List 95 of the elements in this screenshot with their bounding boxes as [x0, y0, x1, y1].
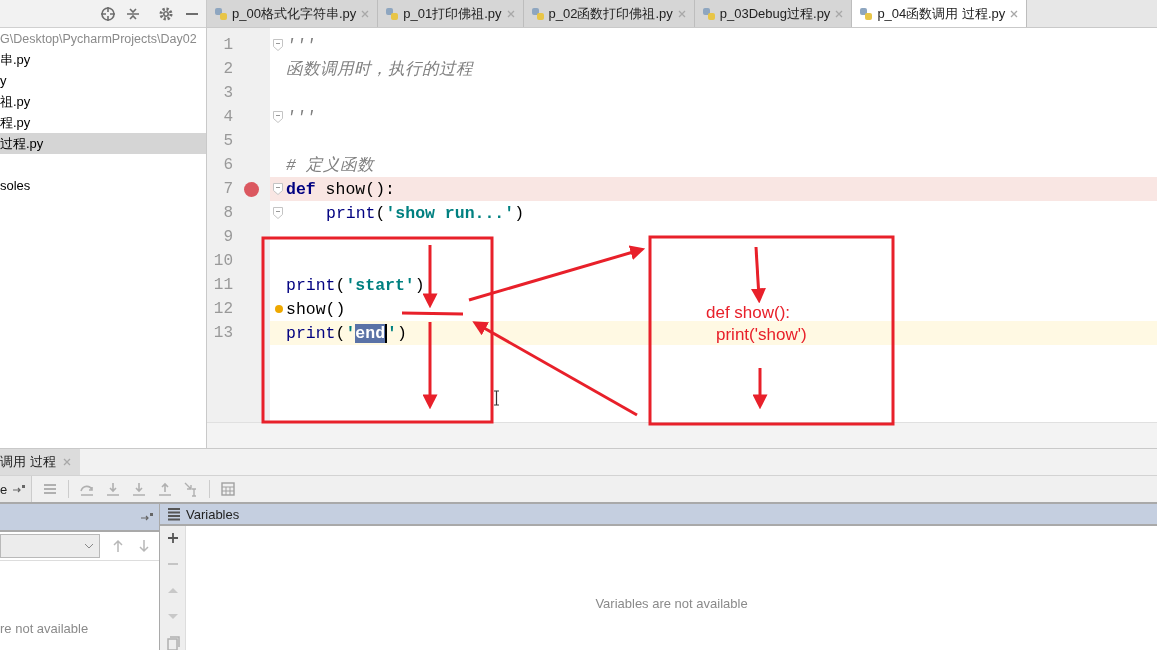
code-token: def [286, 179, 316, 199]
step-into-icon[interactable] [105, 481, 122, 497]
menu-icon[interactable] [42, 481, 59, 497]
thread-dropdown[interactable] [0, 534, 100, 558]
tree-item[interactable]: 串.py [0, 49, 206, 70]
debug-tab[interactable]: 调用 过程 [0, 449, 80, 475]
tree-item[interactable]: 程.py [0, 112, 206, 133]
annotation-arrow [752, 368, 768, 410]
tab-label: p_02函数打印佛祖.py [548, 4, 673, 23]
line-number: 6 [222, 156, 233, 174]
line-number: 11 [212, 276, 233, 294]
line-number: 3 [222, 84, 233, 102]
close-icon[interactable] [1009, 8, 1020, 19]
line-number: 2 [222, 60, 233, 78]
step-out-icon[interactable] [157, 481, 174, 497]
line-number: 7 [222, 180, 233, 198]
line-number: 1 [222, 36, 233, 54]
calculator-icon[interactable] [220, 481, 237, 497]
line-number: 10 [212, 252, 233, 270]
python-file-icon [859, 6, 874, 21]
code-token: print [286, 275, 336, 295]
editor-tab[interactable]: p_02函数打印佛祖.py [523, 0, 695, 27]
code-token: ) [396, 323, 407, 343]
code-token: 'start' [345, 275, 415, 295]
code-token: ''' [286, 107, 316, 127]
copy-icon[interactable] [164, 634, 181, 650]
intention-bulb-icon[interactable] [275, 305, 283, 313]
chevron-down-icon [84, 543, 94, 549]
code-token: show(): [324, 179, 395, 199]
toolbar-label: e [0, 481, 8, 497]
close-icon[interactable] [834, 8, 845, 19]
python-file-icon [701, 6, 716, 21]
tab-label: p_00格式化字符串.py [232, 4, 357, 23]
editor-tab[interactable]: p_00格式化字符串.py [207, 0, 379, 27]
python-file-icon [214, 6, 228, 21]
code-token: # 定义函数 [286, 156, 374, 175]
code-token: ' [345, 323, 356, 343]
editor-tab[interactable]: p_04函数调用 过程.py [852, 0, 1028, 27]
editor-tab[interactable]: p_03Debug过程.py [694, 0, 853, 27]
line-number: 4 [222, 108, 233, 126]
line-number: 9 [222, 228, 233, 246]
settings-icon[interactable] [158, 6, 174, 22]
annotation-arrow [750, 246, 766, 304]
code-token: end [355, 323, 388, 343]
locate-icon[interactable] [100, 6, 116, 22]
close-icon[interactable] [61, 457, 72, 467]
list-icon [166, 506, 182, 522]
tab-label: p_01打印佛祖.py [403, 4, 502, 23]
empty-message: re not available [0, 621, 89, 636]
code-token: ( [335, 323, 346, 343]
code-token: show() [286, 299, 346, 319]
tab-label: 调用 过程 [0, 453, 56, 471]
editor-tab[interactable]: p_01打印佛祖.py [378, 0, 524, 27]
line-number: 13 [212, 324, 233, 342]
collapse-icon[interactable] [125, 6, 141, 22]
code-token: ( [335, 275, 346, 295]
arrow-down-icon[interactable] [136, 538, 152, 554]
breakpoint-dot[interactable] [244, 181, 259, 197]
tab-label: p_03Debug过程.py [719, 4, 831, 23]
tree-item[interactable]: soles [0, 175, 206, 196]
fold-marker-icon[interactable] [273, 207, 283, 219]
code-token: ' [387, 323, 397, 343]
annotation-text: print('show') [715, 324, 807, 346]
code-token: ''' [286, 35, 316, 55]
code-token: ( [375, 203, 386, 223]
close-icon[interactable] [360, 8, 371, 19]
toolbar-tab[interactable]: e [0, 476, 33, 502]
project-path: G\Desktop\PycharmProjects\Day02 [0, 32, 197, 46]
line-number: 8 [222, 204, 233, 222]
fold-marker-icon[interactable] [273, 111, 283, 123]
python-file-icon [530, 6, 545, 21]
panel-title: Variables [186, 506, 240, 522]
fold-marker-icon[interactable] [273, 183, 283, 195]
close-icon[interactable] [676, 8, 687, 19]
python-file-icon [385, 6, 400, 21]
text-cursor-icon [493, 390, 500, 406]
close-icon[interactable] [505, 8, 516, 19]
annotation-text: def show(): [706, 302, 792, 324]
line-number: 5 [222, 132, 233, 150]
step-into-icon[interactable] [131, 481, 148, 497]
code-token: 'show run...' [385, 203, 515, 223]
code-token: ) [514, 203, 525, 223]
code-token: print [286, 323, 336, 343]
code-token: print [326, 203, 376, 223]
tree-item[interactable]: y [0, 70, 206, 91]
fold-marker-icon[interactable] [273, 39, 283, 51]
code-token: 函数调用时，执行的过程 [286, 60, 473, 79]
empty-message: Variables are not available [595, 595, 748, 611]
line-number: 12 [212, 300, 233, 318]
tree-item[interactable]: 过程.py [0, 133, 206, 154]
code-token: ) [414, 275, 425, 295]
tab-label: p_04函数调用 过程.py [877, 4, 1006, 23]
tree-item[interactable]: 祖.py [0, 91, 206, 112]
annotation-arrow [422, 245, 438, 309]
annotation-line [401, 311, 464, 316]
